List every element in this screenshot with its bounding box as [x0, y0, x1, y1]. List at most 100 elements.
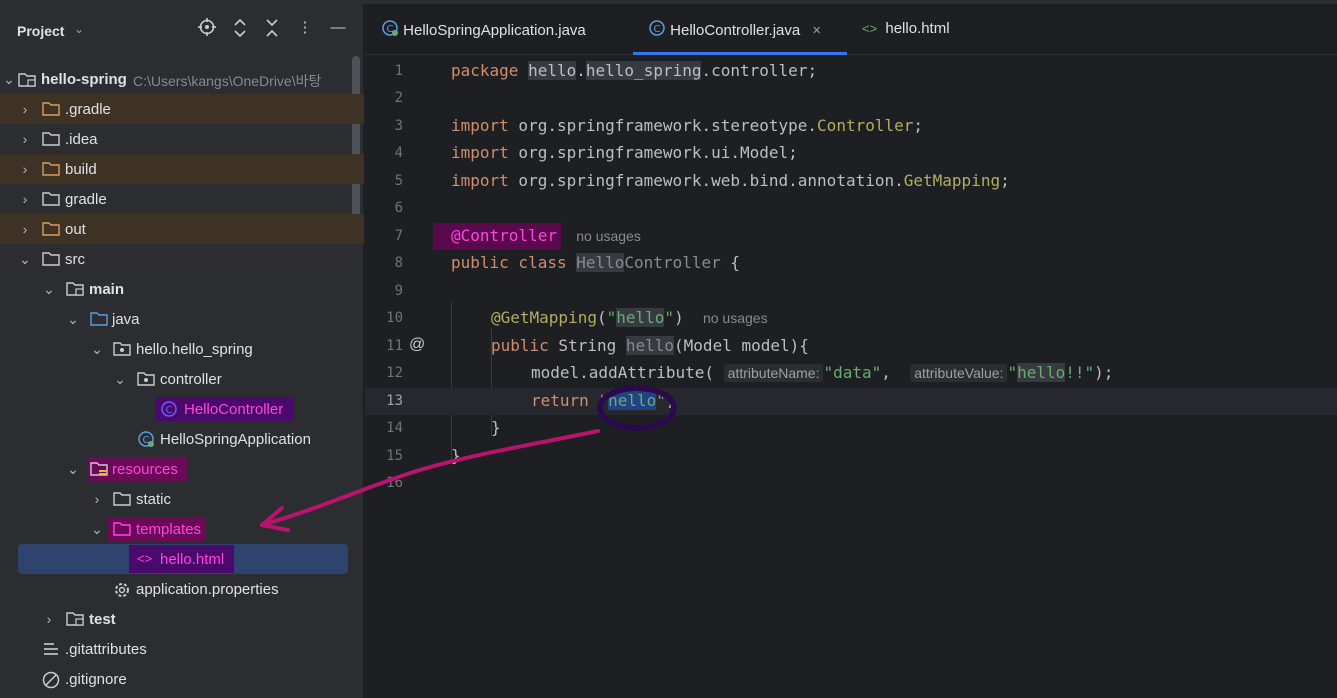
tab-label: HelloController.java	[670, 22, 801, 39]
tree-label-app-props: application.properties	[136, 581, 279, 598]
tree-label-main: main	[89, 281, 125, 298]
tree-item-src[interactable]: ⌄ src	[0, 244, 364, 274]
chevron-down-icon[interactable]: ⌄	[66, 304, 80, 334]
code-line[interactable]: 11 @ public String hello(Model model){	[365, 333, 1337, 360]
tree-item-controller[interactable]: ⌄ controller	[0, 364, 364, 394]
more-options-icon[interactable]: ⋮	[295, 18, 315, 38]
tree-item-gradle-hidden[interactable]: › .gradle	[0, 94, 364, 124]
chevron-down-icon[interactable]: ⌄	[90, 334, 104, 364]
tree-label-idea: .idea	[65, 131, 98, 148]
tree-item-resources[interactable]: ⌄ resources	[0, 454, 364, 484]
chevron-right-icon[interactable]: ›	[18, 154, 32, 184]
folder-icon	[42, 161, 60, 177]
folder-icon	[42, 191, 60, 207]
source-folder-icon	[90, 311, 108, 327]
chevron-right-icon[interactable]: ›	[42, 604, 56, 634]
close-icon[interactable]: ×	[812, 22, 821, 39]
minimize-icon[interactable]: —	[328, 18, 348, 38]
tab-hello-spring-application[interactable]: C HelloSpringApplication.java	[381, 20, 586, 44]
tree-item-static[interactable]: › static	[0, 484, 364, 514]
folder-icon	[113, 491, 131, 507]
line-number: 15	[386, 448, 403, 464]
line-number: 1	[394, 63, 403, 79]
chevron-down-icon[interactable]: ⌄	[74, 22, 84, 36]
package-icon	[137, 371, 155, 387]
code-line[interactable]: 7 @Controller no usages	[365, 223, 1337, 250]
tree-label-test: test	[89, 611, 116, 628]
code-line-current[interactable]: 13 return "hello";	[365, 388, 1337, 415]
tree-label-gradle: gradle	[65, 191, 107, 208]
project-panel-header: Project ⌄ ⋮ —	[0, 4, 364, 60]
tree-item-gradle[interactable]: › gradle	[0, 184, 364, 214]
code-line[interactable]: 4 import org.springframework.ui.Model;	[365, 140, 1337, 167]
tree-label-static: static	[136, 491, 172, 508]
tab-label: HelloSpringApplication.java	[403, 22, 586, 39]
code-line[interactable]: 6	[365, 195, 1337, 222]
tree-label-templates: templates	[136, 521, 202, 538]
tree-item-test[interactable]: › test	[0, 604, 364, 634]
tab-hello-controller[interactable]: C HelloController.java ×	[648, 20, 821, 44]
tree-item-build[interactable]: › build	[0, 154, 364, 184]
module-folder-icon	[18, 71, 36, 87]
code-line[interactable]: 8 public class HelloController {	[365, 250, 1337, 277]
chevron-down-icon[interactable]: ⌄	[42, 274, 56, 304]
folder-icon	[42, 131, 60, 147]
tree-label-gitattributes: .gitattributes	[65, 641, 147, 658]
code-line[interactable]: 12 model.addAttribute( attributeName: "da…	[365, 360, 1337, 387]
chevron-down-icon[interactable]: ⌄	[90, 514, 104, 544]
chevron-down-icon[interactable]: ⌄	[66, 454, 80, 484]
tree-item-root[interactable]: ⌄ hello-spring C:\Users\kangs\OneDrive\바…	[0, 64, 364, 94]
ignore-file-icon	[42, 671, 60, 689]
line-number: 2	[394, 90, 403, 106]
line-number: 12	[386, 365, 403, 381]
chevron-down-icon[interactable]: ⌄	[113, 364, 127, 394]
tree-item-hello-html[interactable]: <> hello.html	[18, 544, 348, 574]
code-line[interactable]: 16	[365, 470, 1337, 497]
code-line[interactable]: 1 package hello.hello_spring.controller;	[365, 58, 1337, 85]
line-number: 10	[386, 310, 403, 326]
tree-label-package: hello.hello_spring	[136, 341, 253, 358]
locate-icon[interactable]	[197, 18, 217, 38]
tree-item-idea[interactable]: › .idea	[0, 124, 364, 154]
chevron-down-icon[interactable]: ⌄	[2, 64, 16, 94]
tree-item-out[interactable]: › out	[0, 214, 364, 244]
tree-label-controller: controller	[160, 371, 222, 388]
project-panel-title[interactable]: Project	[17, 23, 64, 39]
chevron-right-icon[interactable]: ›	[18, 184, 32, 214]
chevron-right-icon[interactable]: ›	[18, 214, 32, 244]
tree-item-gitattributes[interactable]: .gitattributes	[0, 634, 364, 664]
code-line[interactable]: 9	[365, 278, 1337, 305]
code-line[interactable]: 2	[365, 85, 1337, 112]
html-file-icon: <>	[137, 551, 153, 566]
tree-item-templates[interactable]: ⌄ templates	[0, 514, 364, 544]
tree-item-hello-controller[interactable]: C HelloController	[0, 394, 364, 424]
expand-all-icon[interactable]	[230, 18, 250, 38]
module-folder-icon	[66, 281, 84, 297]
code-line[interactable]: 10 @GetMapping("hello") no usages	[365, 305, 1337, 332]
line-number: 8	[394, 255, 403, 271]
tree-item-main[interactable]: ⌄ main	[0, 274, 364, 304]
no-usages-hint[interactable]: no usages	[703, 310, 768, 326]
tree-label-resources: resources	[112, 461, 178, 478]
chevron-right-icon[interactable]: ›	[90, 484, 104, 514]
tree-item-app-props[interactable]: application.properties	[0, 574, 364, 604]
no-usages-hint[interactable]: no usages	[576, 228, 641, 244]
tab-hello-html[interactable]: <> hello.html	[862, 20, 950, 44]
chevron-right-icon[interactable]: ›	[18, 124, 32, 154]
code-line[interactable]: 15 }	[365, 443, 1337, 470]
mapping-gutter-icon[interactable]: @	[409, 336, 425, 354]
tree-item-gitignore[interactable]: .gitignore	[0, 664, 364, 694]
tree-item-hello-spring-app[interactable]: C HelloSpringApplication	[0, 424, 364, 454]
code-line[interactable]: 3 import org.springframework.stereotype.…	[365, 113, 1337, 140]
text-file-icon	[42, 641, 60, 657]
line-number: 11	[386, 338, 403, 354]
collapse-all-icon[interactable]	[262, 18, 282, 38]
tab-label: hello.html	[885, 20, 950, 37]
spring-class-icon: C	[137, 431, 155, 447]
chevron-down-icon[interactable]: ⌄	[18, 244, 32, 274]
code-line[interactable]: 14 }	[365, 415, 1337, 442]
chevron-right-icon[interactable]: ›	[18, 94, 32, 124]
tree-item-package[interactable]: ⌄ hello.hello_spring	[0, 334, 364, 364]
tree-item-java[interactable]: ⌄ java	[0, 304, 364, 334]
code-line[interactable]: 5 import org.springframework.web.bind.an…	[365, 168, 1337, 195]
